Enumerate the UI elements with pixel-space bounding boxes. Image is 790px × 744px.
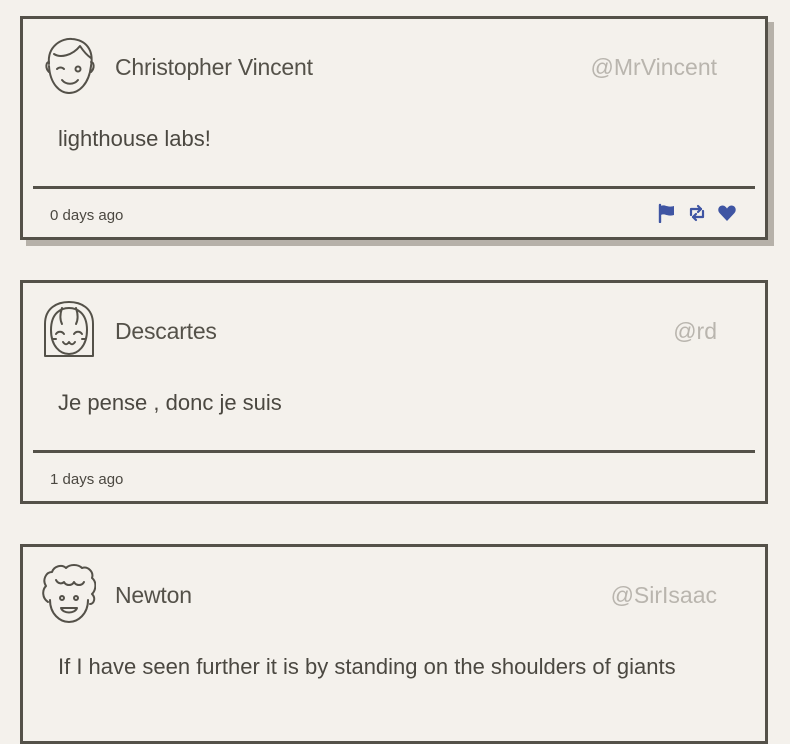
tweet-card: Christopher Vincent @MrVincent lighthous… [20,16,768,240]
user-display-name: Newton [115,582,192,608]
winking-face-avatar-icon [42,36,96,96]
tweet-timestamp: 1 days ago [50,471,124,488]
tweet-content: Je pense , donc je suis [58,390,282,415]
divider [33,186,755,189]
user-handle: @rd [673,318,717,344]
tweet-content: lighthouse labs! [58,126,211,151]
curly-hair-avatar-icon [42,564,96,624]
tweet-timestamp: 0 days ago [50,207,124,224]
bangs-girl-avatar-icon [42,300,96,360]
user-display-name: Descartes [115,318,217,344]
tweet-content: If I have seen further it is by standing… [58,654,676,679]
user-handle: @MrVincent [590,54,717,80]
flag-icon[interactable] [657,203,677,223]
tweet-card: Descartes @rd Je pense , donc je suis 1 … [20,280,768,504]
retweet-icon[interactable] [687,203,707,223]
divider [33,450,755,453]
user-handle: @SirIsaac [610,582,717,608]
tweet-card: Newton @SirIsaac If I have seen further … [20,544,768,744]
tweet-actions [657,203,737,223]
user-display-name: Christopher Vincent [115,54,313,80]
heart-icon[interactable] [717,203,737,223]
